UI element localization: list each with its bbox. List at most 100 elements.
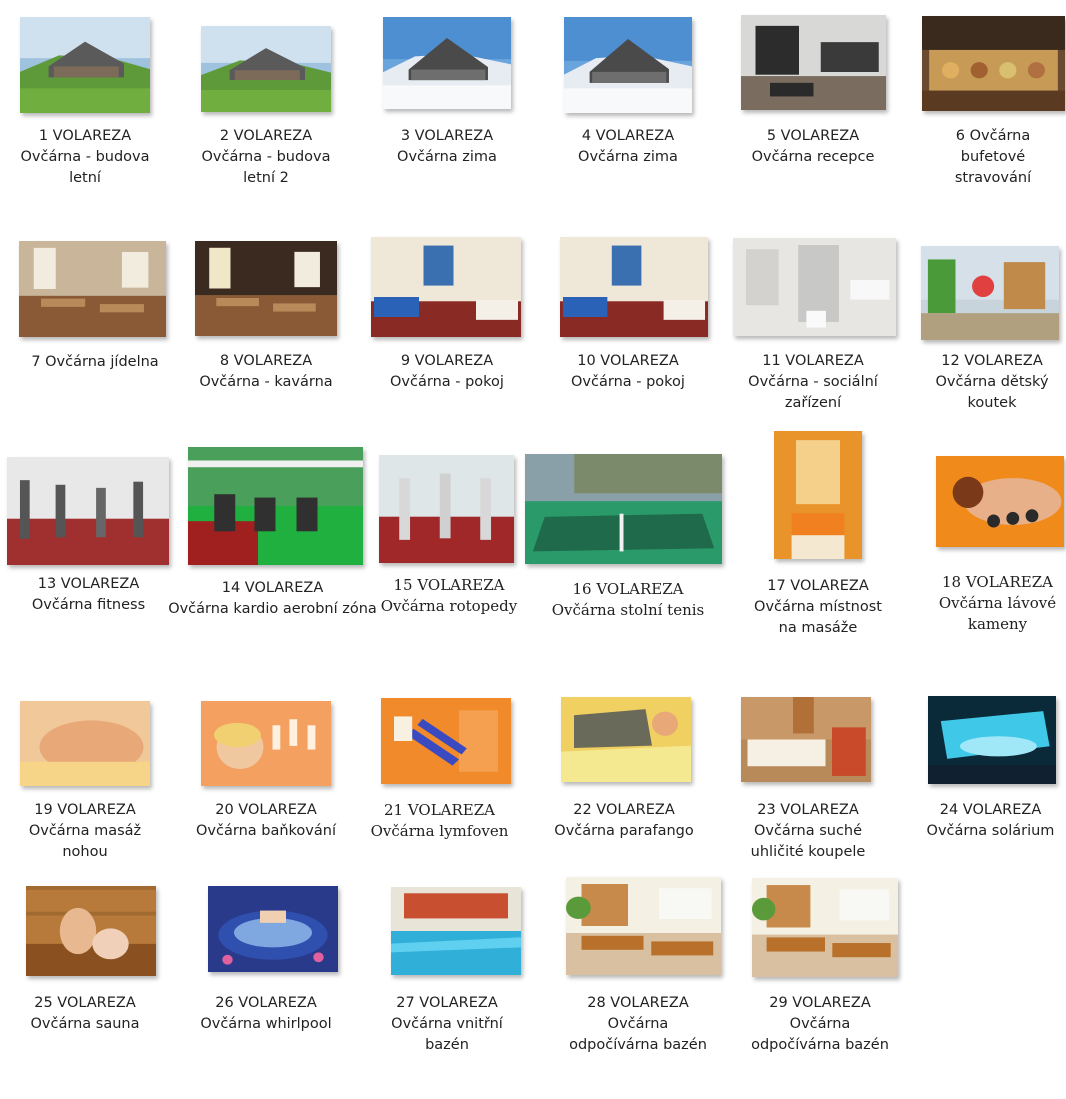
tile-caption: 12 VOLAREZA Ovčárna dětský koutek [922, 351, 1062, 414]
building-summer-photo[interactable] [20, 17, 150, 113]
cafe-photo[interactable] [195, 241, 337, 336]
indoor-pool-photo[interactable] [391, 887, 521, 975]
tile-label: Ovčárna - pokoj [390, 374, 504, 390]
tile-label: bufetové stravování [954, 149, 1032, 186]
tile-number: 2 VOLAREZA [219, 128, 313, 144]
pool-lounge-photo[interactable] [752, 878, 898, 977]
tile-caption: 23 VOLAREZA Ovčárna suché uhličité koupel… [738, 800, 878, 863]
kids-corner-photo[interactable] [921, 246, 1059, 340]
tile-label: Ovčárna - kavárna [199, 374, 333, 390]
tile-number: 28 VOLAREZA [587, 995, 689, 1011]
tile-label: Ovčárna baňkování [196, 823, 336, 839]
massage-room-photo[interactable] [774, 431, 862, 559]
table-tennis-photo[interactable] [525, 454, 722, 564]
tile-caption: 25 VOLAREZA Ovčárna sauna [15, 993, 155, 1035]
tile-caption: 27 VOLAREZA Ovčárna vnitřní bazén [377, 993, 517, 1056]
tile-number: 14 VOLAREZA [221, 580, 324, 596]
tile-caption: 21 VOLAREZA Ovčárna lymfoven [367, 800, 512, 842]
tile-caption: 24 VOLAREZA Ovčárna solárium [918, 800, 1063, 842]
tile-label: Ovčárna stolní tenis [551, 601, 705, 619]
tile-number: 3 VOLAREZA [400, 128, 494, 144]
tile-label: Ovčárna whirlpool [200, 1016, 332, 1032]
tile-label: Ovčárna rotopedy [380, 597, 518, 615]
tile-caption: 6 Ovčárna bufetové stravování [923, 126, 1063, 189]
tile-label: Ovčárna - budova letní [20, 149, 150, 186]
tile-label: Ovčárna dětský koutek [935, 374, 1049, 411]
room-photo[interactable] [560, 237, 708, 337]
tile-caption: 10 VOLAREZA Ovčárna - pokoj [558, 351, 698, 393]
tile-label: Ovčárna - sociální zařízení [748, 374, 878, 411]
fitness-photo[interactable] [7, 457, 169, 565]
tile-label: Ovčárna sauna [30, 1016, 140, 1032]
tile-caption: 3 VOLAREZA Ovčárna zima [377, 126, 517, 168]
foot-massage-photo[interactable] [20, 701, 150, 786]
tile-label: Ovčárna odpočívárna bazén [751, 1016, 889, 1053]
tile-number: 22 VOLAREZA [573, 802, 675, 818]
tile-caption: 28 VOLAREZA Ovčárna odpočívárna bazén [568, 993, 708, 1056]
tile-caption: 1 VOLAREZA Ovčárna - budova letní [15, 126, 155, 189]
cardio-zone-photo[interactable] [188, 447, 363, 565]
tile-caption: 4 VOLAREZA Ovčárna zima [558, 126, 698, 168]
tile-caption: 26 VOLAREZA Ovčárna whirlpool [196, 993, 336, 1035]
tile-label: Ovčárna suché uhličité koupele [750, 823, 866, 860]
tile-caption: 17 VOLAREZA Ovčárna místnost na masáže [748, 576, 888, 639]
tile-label: Ovčárna masáž nohou [28, 823, 142, 860]
tile-number: 21 VOLAREZA [383, 801, 495, 819]
tile-caption: 9 VOLAREZA Ovčárna - pokoj [377, 351, 517, 393]
tile-caption: 15 VOLAREZA Ovčárna rotopedy [379, 575, 519, 617]
tile-number: 23 VOLAREZA [757, 802, 859, 818]
tile-number: 27 VOLAREZA [396, 995, 498, 1011]
lava-stones-photo[interactable] [936, 456, 1064, 547]
tile-number: 8 VOLAREZA [219, 353, 313, 369]
building-winter-photo[interactable] [564, 17, 692, 113]
pool-lounge-photo[interactable] [566, 877, 721, 975]
parafango-photo[interactable] [561, 697, 691, 782]
tile-caption: 5 VOLAREZA Ovčárna recepce [743, 126, 883, 168]
bathroom-photo[interactable] [733, 238, 896, 336]
tile-number: 4 VOLAREZA [581, 128, 675, 144]
reception-photo[interactable] [741, 15, 886, 110]
tile-number: 1 VOLAREZA [38, 128, 132, 144]
tile-caption: 7 Ovčárna jídelna [15, 352, 175, 373]
tile-number: 25 VOLAREZA [34, 995, 136, 1011]
tile-number: 12 VOLAREZA [941, 353, 1043, 369]
sauna-photo[interactable] [26, 886, 156, 976]
tile-caption: 8 VOLAREZA Ovčárna - kavárna [196, 351, 336, 393]
tile-number: 29 VOLAREZA [769, 995, 871, 1011]
tile-caption: 22 VOLAREZA Ovčárna parafango [554, 800, 694, 842]
co2-bath-photo[interactable] [741, 697, 871, 782]
whirlpool-photo[interactable] [208, 886, 338, 972]
exercise-bikes-photo[interactable] [379, 455, 514, 563]
building-winter-photo[interactable] [383, 17, 511, 109]
tile-number: 15 VOLAREZA [393, 576, 505, 594]
tile-number: 19 VOLAREZA [34, 802, 136, 818]
tile-number: 17 VOLAREZA [767, 578, 869, 594]
tile-caption: 19 VOLAREZA Ovčárna masáž nohou [15, 800, 155, 863]
tile-caption: 13 VOLAREZA Ovčárna fitness [6, 574, 171, 616]
buffet-photo[interactable] [922, 16, 1065, 111]
tile-caption: 11 VOLAREZA Ovčárna - sociální zařízení [738, 351, 888, 414]
cupping-photo[interactable] [201, 701, 331, 786]
tile-label: Ovčárna parafango [554, 823, 694, 839]
tile-caption: 29 VOLAREZA Ovčárna odpočívárna bazén [750, 993, 890, 1056]
tile-label: Ovčárna vnitřní bazén [391, 1016, 503, 1053]
tile-number: 13 VOLAREZA [37, 576, 140, 592]
tile-label: Ovčárna lymfoven [370, 822, 509, 840]
tile-caption: 2 VOLAREZA Ovčárna - budova letní 2 [196, 126, 336, 189]
tile-caption: 14 VOLAREZA Ovčárna kardio aerobní zóna [165, 578, 380, 620]
lymphatic-photo[interactable] [381, 698, 511, 784]
tile-number: 11 VOLAREZA [762, 353, 864, 369]
tile-label: Ovčárna zima [397, 149, 497, 165]
tile-caption: 18 VOLAREZA Ovčárna lávové kameny [925, 572, 1066, 635]
tile-number: 5 VOLAREZA [766, 128, 860, 144]
tile-number: 20 VOLAREZA [215, 802, 317, 818]
building-summer-photo[interactable] [201, 26, 331, 112]
tile-number: 16 VOLAREZA [572, 580, 684, 598]
room-photo[interactable] [371, 237, 521, 337]
tile-label: Ovčárna lávové kameny [938, 594, 1057, 633]
solarium-photo[interactable] [928, 696, 1056, 784]
dining-room-photo[interactable] [19, 241, 166, 337]
tile-label: Ovčárna kardio aerobní zóna [168, 601, 377, 617]
tile-label: Ovčárna solárium [926, 823, 1055, 839]
tile-label: Ovčárna - budova letní 2 [201, 149, 331, 186]
